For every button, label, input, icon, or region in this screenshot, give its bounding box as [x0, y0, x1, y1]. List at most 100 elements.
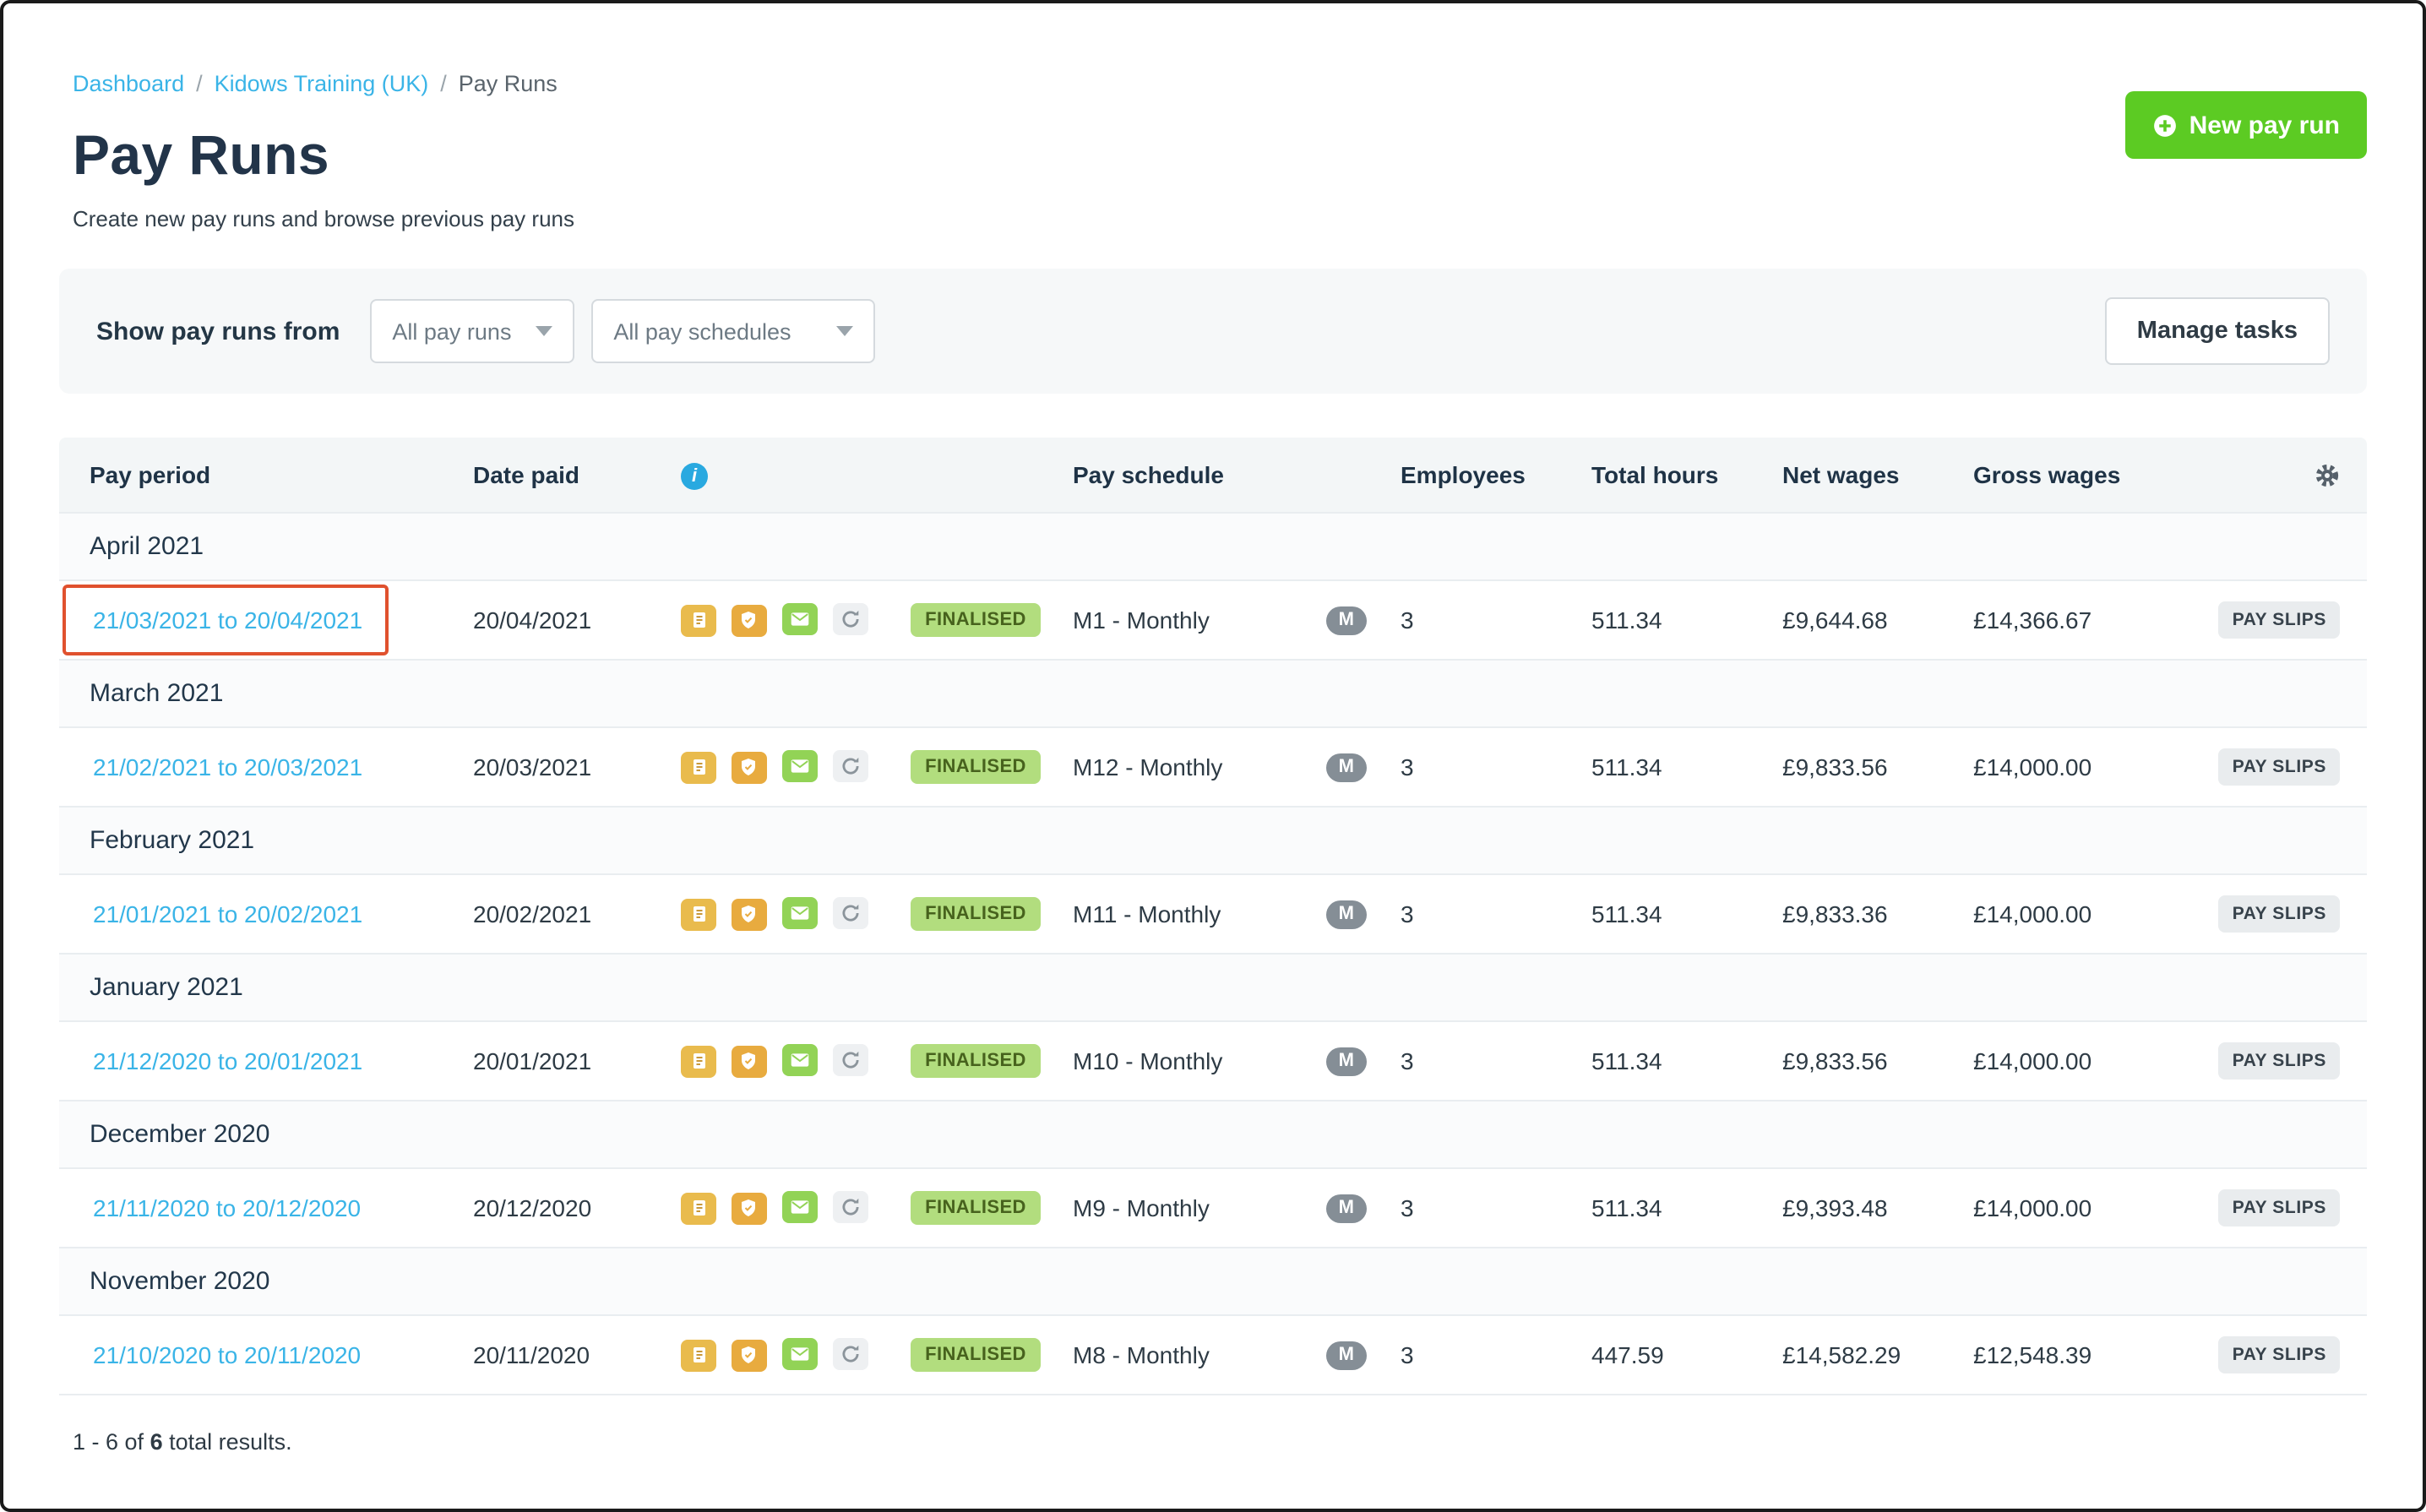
- status-badge: FINALISED: [910, 1044, 1042, 1078]
- column-header-employees: Employees: [1401, 461, 1526, 488]
- pay-schedule-label: M1 - Monthly: [1073, 606, 1210, 634]
- results-summary: 1 - 6 of 6 total results.: [73, 1429, 2367, 1455]
- shield-check-icon[interactable]: [731, 751, 767, 784]
- column-header-gross-wages: Gross wages: [1973, 461, 2121, 488]
- breadcrumb-separator: /: [440, 71, 447, 96]
- new-pay-run-label: New pay run: [2189, 111, 2340, 139]
- envelope-icon[interactable]: [781, 897, 818, 930]
- pay-period-highlight: 21/10/2020 to 20/11/2020: [63, 1319, 386, 1390]
- payslips-button[interactable]: PAY SLIPS: [2218, 1042, 2340, 1080]
- month-label: December 2020: [90, 1120, 270, 1149]
- envelope-icon[interactable]: [781, 603, 818, 636]
- gross-wages-cell: £12,548.39: [1973, 1341, 2092, 1368]
- payslip-document-icon[interactable]: [681, 604, 716, 637]
- envelope-icon[interactable]: [781, 750, 818, 783]
- shield-check-icon[interactable]: [731, 1192, 767, 1225]
- payslip-document-icon[interactable]: [681, 1192, 716, 1225]
- envelope-icon[interactable]: [781, 1044, 818, 1077]
- pay-period-link[interactable]: 21/12/2020 to 20/01/2021: [93, 1047, 362, 1074]
- refresh-icon[interactable]: [832, 897, 868, 930]
- pay-schedules-filter-dropdown[interactable]: All pay schedules: [591, 299, 876, 363]
- actions-cell: PAY SLIPS: [2144, 601, 2367, 639]
- table-row: 21/12/2020 to 20/01/2021 20/01/2021 FINA…: [59, 1020, 2367, 1100]
- pay-runs-filter-value: All pay runs: [392, 318, 512, 344]
- shield-check-icon[interactable]: [731, 604, 767, 637]
- envelope-icon[interactable]: [781, 1191, 818, 1224]
- date-paid-cell: 20/03/2021: [473, 753, 592, 780]
- envelope-icon[interactable]: [781, 1338, 818, 1371]
- shield-check-icon[interactable]: [731, 1045, 767, 1078]
- pay-schedule-cell: M8 - Monthly M: [1053, 1341, 1380, 1369]
- month-group-header: February 2021: [59, 806, 2367, 873]
- status-badge: FINALISED: [910, 897, 1042, 931]
- net-wages-cell: £9,833.36: [1782, 900, 1888, 927]
- gear-icon[interactable]: [2314, 462, 2340, 487]
- payslips-button[interactable]: PAY SLIPS: [2218, 748, 2340, 786]
- refresh-icon[interactable]: [832, 750, 868, 783]
- payslip-document-icon[interactable]: [681, 1045, 716, 1078]
- table-row: 21/03/2021 to 20/04/2021 20/04/2021 FINA…: [59, 579, 2367, 659]
- pay-period-highlight: 21/11/2020 to 20/12/2020: [63, 1172, 386, 1243]
- gross-wages-cell: £14,000.00: [1973, 1047, 2092, 1074]
- payslips-button[interactable]: PAY SLIPS: [2218, 601, 2340, 639]
- pay-schedule-cell: M1 - Monthly M: [1053, 606, 1380, 634]
- payslip-document-icon[interactable]: [681, 751, 716, 784]
- payslips-button[interactable]: PAY SLIPS: [2218, 1189, 2340, 1226]
- actions-cell: PAY SLIPS: [2144, 1042, 2367, 1080]
- payslips-button[interactable]: PAY SLIPS: [2218, 895, 2340, 933]
- pay-period-cell: 21/10/2020 to 20/11/2020: [59, 1338, 453, 1372]
- table-header: Pay period Date paid i Pay schedule Empl…: [59, 438, 2367, 512]
- employees-cell: 3: [1401, 1194, 1414, 1221]
- status-cell: FINALISED: [899, 1044, 1053, 1078]
- column-header-net-wages: Net wages: [1782, 461, 1900, 488]
- pay-period-highlight: 21/02/2021 to 20/03/2021: [63, 732, 388, 802]
- payslip-document-icon[interactable]: [681, 898, 716, 931]
- pay-period-link[interactable]: 21/02/2021 to 20/03/2021: [93, 753, 362, 780]
- actions-cell: PAY SLIPS: [2144, 895, 2367, 933]
- actions-cell: PAY SLIPS: [2144, 748, 2367, 786]
- status-cell: FINALISED: [899, 750, 1053, 784]
- new-pay-run-button[interactable]: New pay run: [2124, 91, 2367, 159]
- filter-label: Show pay runs from: [96, 317, 340, 345]
- shield-check-icon[interactable]: [731, 1339, 767, 1372]
- table-row: 21/11/2020 to 20/12/2020 20/12/2020 FINA…: [59, 1167, 2367, 1247]
- refresh-icon[interactable]: [832, 1191, 868, 1224]
- table-row: 21/02/2021 to 20/03/2021 20/03/2021 FINA…: [59, 726, 2367, 806]
- pay-period-highlight: 21/01/2021 to 20/02/2021: [63, 878, 388, 949]
- status-cell: FINALISED: [899, 603, 1053, 637]
- payslip-document-icon[interactable]: [681, 1339, 716, 1372]
- status-badge: FINALISED: [910, 1191, 1042, 1225]
- pay-runs-filter-dropdown[interactable]: All pay runs: [370, 299, 575, 363]
- gross-wages-cell: £14,000.00: [1973, 1194, 2092, 1221]
- pay-schedule-label: M12 - Monthly: [1073, 753, 1223, 780]
- status-cell: FINALISED: [899, 1191, 1053, 1225]
- refresh-icon[interactable]: [832, 603, 868, 636]
- total-hours-cell: 511.34: [1591, 1047, 1662, 1074]
- month-label: April 2021: [90, 532, 204, 561]
- info-icon[interactable]: i: [681, 463, 708, 490]
- pay-period-link[interactable]: 21/11/2020 to 20/12/2020: [93, 1194, 361, 1221]
- refresh-icon[interactable]: [832, 1044, 868, 1077]
- month-group-header: January 2021: [59, 953, 2367, 1020]
- month-label: November 2020: [90, 1267, 270, 1296]
- column-header-total-hours: Total hours: [1591, 461, 1719, 488]
- gross-wages-cell: £14,366.67: [1973, 606, 2092, 634]
- payslips-button[interactable]: PAY SLIPS: [2218, 1336, 2340, 1373]
- pay-schedule-cell: M10 - Monthly M: [1053, 1047, 1380, 1075]
- refresh-icon[interactable]: [832, 1338, 868, 1371]
- shield-check-icon[interactable]: [731, 898, 767, 931]
- actions-cell: PAY SLIPS: [2144, 1336, 2367, 1373]
- pay-period-link[interactable]: 21/10/2020 to 20/11/2020: [93, 1341, 361, 1368]
- breadcrumb-company-link[interactable]: Kidows Training (UK): [215, 71, 429, 96]
- net-wages-cell: £14,582.29: [1782, 1341, 1901, 1368]
- net-wages-cell: £9,833.56: [1782, 1047, 1888, 1074]
- total-hours-cell: 511.34: [1591, 900, 1662, 927]
- pay-period-link[interactable]: 21/03/2021 to 20/04/2021: [93, 606, 362, 634]
- pay-schedule-label: M11 - Monthly: [1073, 900, 1221, 927]
- pay-schedule-cell: M11 - Monthly M: [1053, 900, 1380, 928]
- breadcrumb-current: Pay Runs: [458, 71, 558, 96]
- breadcrumb-dashboard-link[interactable]: Dashboard: [73, 71, 184, 96]
- pay-period-link[interactable]: 21/01/2021 to 20/02/2021: [93, 900, 362, 927]
- pay-schedules-filter-value: All pay schedules: [613, 318, 791, 344]
- manage-tasks-button[interactable]: Manage tasks: [2104, 297, 2330, 365]
